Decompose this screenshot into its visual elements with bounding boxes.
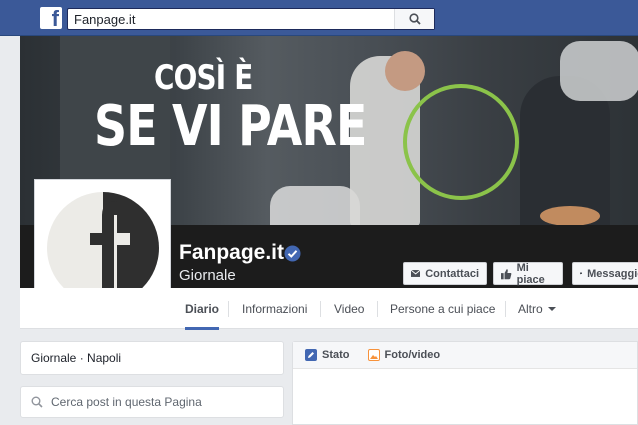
logo-letter: f [51, 6, 59, 31]
tab-divider [505, 301, 506, 317]
tab-video[interactable]: Video [334, 288, 364, 329]
like-button-label: Mi piace [516, 261, 545, 286]
composer-tab-stato[interactable]: Stato [305, 349, 350, 361]
chat-bubble-icon [580, 272, 583, 275]
composer-tab-foto-video[interactable]: Foto/video [367, 349, 441, 361]
contact-button[interactable]: Contattaci [403, 262, 487, 285]
cover-headline-line2: SE VI PARE [94, 94, 367, 159]
tab-altro[interactable]: Altro [518, 288, 557, 329]
composer-tab-stato-label: Stato [322, 349, 350, 361]
thumbs-up-icon [501, 268, 512, 279]
tab-divider [320, 301, 321, 317]
cover-headline-line1: COSÌ È [154, 58, 253, 98]
page-post-search-input[interactable] [51, 395, 271, 409]
verified-badge-icon [284, 245, 301, 262]
photo-icon [367, 349, 380, 361]
search-bar [67, 8, 435, 30]
page-tabs: Diario Informazioni Video Persone a cui … [20, 288, 638, 330]
message-button[interactable]: Messaggio [572, 262, 638, 285]
page-post-search [20, 386, 284, 418]
tab-divider [377, 301, 378, 317]
search-input[interactable] [68, 9, 388, 29]
tab-persone-a-cui-piace[interactable]: Persone a cui piace [390, 288, 495, 329]
pencil-icon [305, 349, 317, 361]
page-title: Fanpage.it [179, 241, 285, 264]
page-info-text: Giornale · Napoli [31, 351, 122, 365]
composer-tab-foto-video-label: Foto/video [384, 349, 441, 361]
envelope-icon [411, 269, 421, 277]
top-navigation-bar: f [0, 0, 638, 36]
page-category: Giornale [179, 267, 236, 284]
post-composer: Stato Foto/video [292, 341, 638, 425]
tab-informazioni[interactable]: Informazioni [242, 288, 307, 329]
tab-divider [228, 301, 229, 317]
highlight-circle [403, 84, 519, 200]
search-icon [31, 396, 43, 408]
facebook-logo-icon[interactable]: f [40, 6, 62, 31]
search-button[interactable] [394, 9, 434, 29]
search-icon [408, 13, 421, 25]
contact-button-label: Contattaci [425, 267, 479, 280]
tab-diario[interactable]: Diario [185, 288, 220, 330]
caret-down-icon [547, 306, 556, 311]
page-info-card: Giornale · Napoli [20, 341, 284, 375]
message-button-label: Messaggio [587, 267, 638, 280]
like-button[interactable]: Mi piace [493, 261, 563, 286]
composer-tabs: Stato Foto/video [293, 342, 637, 369]
